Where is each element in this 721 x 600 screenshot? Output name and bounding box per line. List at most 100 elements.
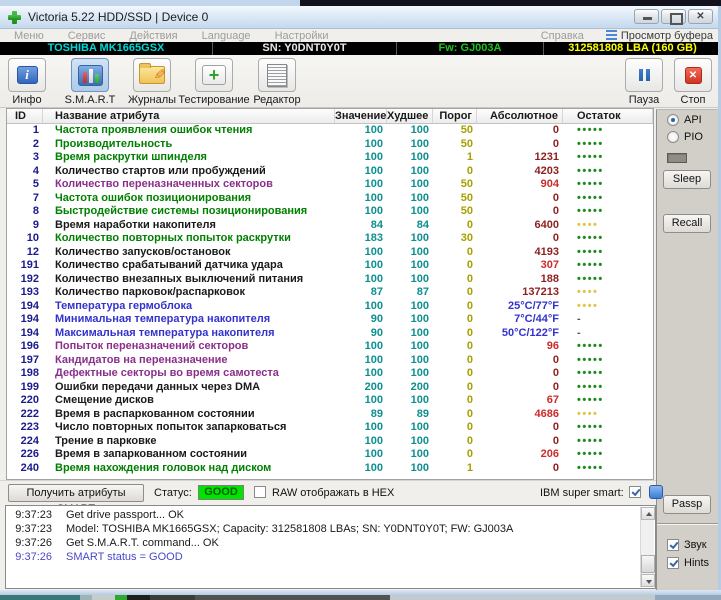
table-cell: 100 bbox=[335, 138, 387, 152]
header-value[interactable]: Значение bbox=[335, 109, 387, 123]
menu-item-settings[interactable]: Настройки bbox=[275, 30, 329, 42]
table-cell: 198 bbox=[7, 367, 43, 381]
table-row[interactable]: 1Частота проявления ошибок чтения1001005… bbox=[7, 124, 653, 138]
passp-button[interactable]: Passp bbox=[663, 495, 711, 514]
close-button[interactable] bbox=[688, 9, 713, 24]
menu-item-actions[interactable]: Действия bbox=[129, 30, 177, 42]
table-cell: 193 bbox=[7, 286, 43, 300]
table-cell: 100 bbox=[387, 421, 433, 435]
raw-hex-checkbox[interactable] bbox=[254, 486, 266, 498]
table-cell: Смещение дисков bbox=[43, 394, 335, 408]
get-smart-button[interactable]: Получить атрибуты SMART bbox=[8, 484, 144, 502]
table-row[interactable]: 8Быстродействие системы позиционирования… bbox=[7, 205, 653, 219]
smart-tab-button[interactable]: S.M.A.R.T bbox=[62, 58, 118, 106]
table-cell: 30 bbox=[433, 232, 477, 246]
api-radio[interactable] bbox=[667, 114, 679, 126]
journals-button[interactable]: Журналы bbox=[122, 58, 182, 106]
log-scrollbar[interactable] bbox=[640, 507, 654, 587]
table-row[interactable]: 226Время в запаркованном состоянии100100… bbox=[7, 448, 653, 462]
table-row[interactable]: 197Кандидатов на переназначение10010000•… bbox=[7, 354, 653, 368]
table-row[interactable]: 220Смещение дисков100100067••••• bbox=[7, 394, 653, 408]
pio-radio-row[interactable]: PIO bbox=[667, 131, 703, 143]
minimize-button[interactable] bbox=[634, 9, 659, 24]
table-cell: 0 bbox=[433, 273, 477, 287]
table-row[interactable]: 223Число повторных попыток запарковаться… bbox=[7, 421, 653, 435]
table-cell: ••••• bbox=[563, 354, 653, 368]
table-cell: 100 bbox=[335, 354, 387, 368]
info-button[interactable]: Инфо bbox=[3, 58, 51, 106]
table-cell: 100 bbox=[387, 273, 433, 287]
table-row[interactable]: 2Производительность100100500••••• bbox=[7, 138, 653, 152]
table-row[interactable]: 196Попыток переназначений секторов100100… bbox=[7, 340, 653, 354]
table-row[interactable]: 12Количество запусков/остановок100100041… bbox=[7, 246, 653, 260]
table-cell: Количество парковок/распарковок bbox=[43, 286, 335, 300]
table-row[interactable]: 222Время в распаркованном состоянии89890… bbox=[7, 408, 653, 422]
maximize-button[interactable] bbox=[661, 9, 686, 24]
header-health[interactable]: Остаток bbox=[563, 109, 653, 123]
sound-checkbox-row[interactable]: Звук bbox=[667, 539, 707, 551]
table-row[interactable]: 10Количество повторных попыток раскрутки… bbox=[7, 232, 653, 246]
pio-radio[interactable] bbox=[667, 131, 679, 143]
table-row[interactable]: 194Максимальная температура накопителя90… bbox=[7, 327, 653, 341]
buffer-view-button[interactable]: Просмотр буфера bbox=[606, 30, 713, 42]
table-cell: 100 bbox=[335, 435, 387, 449]
log-entry: 9:37:26SMART status = GOOD bbox=[6, 550, 639, 564]
testing-button[interactable]: Тестирование bbox=[176, 58, 252, 106]
table-row[interactable]: 198Дефектные секторы во время самотеста1… bbox=[7, 367, 653, 381]
table-row[interactable]: 224Трение в парковке10010000••••• bbox=[7, 435, 653, 449]
header-id[interactable]: ID bbox=[7, 109, 43, 123]
header-worst[interactable]: Худшее bbox=[387, 109, 433, 123]
scrollbar-thumb[interactable] bbox=[641, 555, 655, 573]
green-plus-icon bbox=[202, 65, 226, 85]
menu-item-help[interactable]: Справка bbox=[541, 30, 584, 42]
hints-checkbox[interactable] bbox=[667, 557, 679, 569]
table-cell: 89 bbox=[335, 408, 387, 422]
stop-button[interactable]: Стоп bbox=[669, 58, 717, 106]
menu-item-language[interactable]: Language bbox=[202, 30, 251, 42]
table-cell: 100 bbox=[387, 462, 433, 476]
table-row[interactable]: 194Температура гермоблока100100025°C/77°… bbox=[7, 300, 653, 314]
log-entry: 9:37:23Get drive passport... OK bbox=[6, 508, 639, 522]
table-cell: Производительность bbox=[43, 138, 335, 152]
table-cell: Время наработки накопителя bbox=[43, 219, 335, 233]
scroll-up-arrow-icon[interactable] bbox=[641, 507, 655, 520]
header-raw[interactable]: Абсолютное bbox=[477, 109, 563, 123]
table-cell: ••••• bbox=[563, 246, 653, 260]
log-timestamp: 9:37:23 bbox=[6, 508, 52, 522]
table-row[interactable]: 5Количество переназначенных секторов1001… bbox=[7, 178, 653, 192]
blue-square-button[interactable] bbox=[649, 485, 663, 499]
editor-button[interactable]: Редактор bbox=[246, 58, 308, 106]
table-row[interactable]: 194Минимальная температура накопителя901… bbox=[7, 313, 653, 327]
menu-item-menu[interactable]: Меню bbox=[14, 30, 44, 42]
table-cell: 84 bbox=[387, 219, 433, 233]
hints-checkbox-row[interactable]: Hints bbox=[667, 557, 709, 569]
table-row[interactable]: 7Частота ошибок позиционирования10010050… bbox=[7, 192, 653, 206]
table-row[interactable]: 9Время наработки накопителя848406400•••• bbox=[7, 219, 653, 233]
scroll-down-arrow-icon[interactable] bbox=[641, 574, 655, 587]
smart-table-body: 1Частота проявления ошибок чтения1001005… bbox=[7, 124, 653, 475]
pause-button[interactable]: Пауза bbox=[620, 58, 668, 106]
table-row[interactable]: 240Время нахождения головок над диском10… bbox=[7, 462, 653, 476]
table-cell: - bbox=[563, 327, 653, 341]
sleep-button[interactable]: Sleep bbox=[663, 170, 711, 189]
table-cell: 5 bbox=[7, 178, 43, 192]
table-cell: 96 bbox=[477, 340, 563, 354]
table-row[interactable]: 3Время раскрутки шпинделя10010011231••••… bbox=[7, 151, 653, 165]
menu-item-service[interactable]: Сервис bbox=[68, 30, 106, 42]
api-radio-row[interactable]: API bbox=[667, 114, 702, 126]
header-name[interactable]: Название атрибута bbox=[43, 109, 335, 123]
table-cell: 0 bbox=[477, 138, 563, 152]
table-cell: ••••• bbox=[563, 273, 653, 287]
table-row[interactable]: 193Количество парковок/распарковок878701… bbox=[7, 286, 653, 300]
sound-checkbox[interactable] bbox=[667, 539, 679, 551]
table-cell: Температура гермоблока bbox=[43, 300, 335, 314]
table-cell: 100 bbox=[387, 178, 433, 192]
table-row[interactable]: 191Количество срабатываний датчика удара… bbox=[7, 259, 653, 273]
table-cell: 100 bbox=[387, 232, 433, 246]
header-threshold[interactable]: Порог bbox=[433, 109, 477, 123]
recall-button[interactable]: Recall bbox=[663, 214, 711, 233]
ibm-super-smart-checkbox[interactable] bbox=[629, 486, 641, 498]
table-row[interactable]: 4Количество стартов или пробуждений10010… bbox=[7, 165, 653, 179]
table-row[interactable]: 199Ошибки передачи данных через DMA20020… bbox=[7, 381, 653, 395]
table-row[interactable]: 192Количество внезапных выключений питан… bbox=[7, 273, 653, 287]
